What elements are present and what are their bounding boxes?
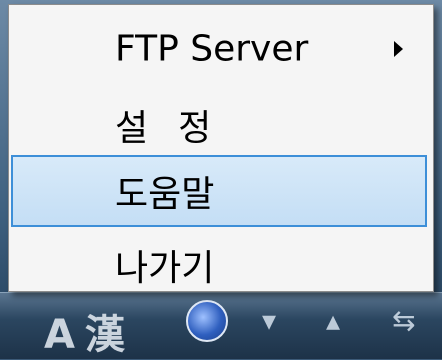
globe-icon[interactable] xyxy=(186,300,228,342)
menu-item-exit[interactable]: 나가기 xyxy=(11,233,431,297)
menu-item-help[interactable]: 도움말 xyxy=(11,155,427,227)
menu-item-label: 도움말 xyxy=(115,174,215,215)
menu-item-label: 설정 xyxy=(115,108,242,149)
network-icon[interactable]: ⇆ xyxy=(392,304,415,337)
menu-item-settings[interactable]: 설정 xyxy=(11,93,431,157)
submenu-arrow-icon xyxy=(394,41,403,57)
menu-item-ftp-server[interactable]: FTP Server xyxy=(11,17,431,81)
up-arrow-icon[interactable]: ▴ xyxy=(326,304,340,337)
language-indicator[interactable]: A 漢 xyxy=(44,302,125,360)
context-menu: FTP Server 설정 도움말 나가기 xyxy=(8,4,434,292)
menu-item-label: 나가기 xyxy=(115,248,215,289)
arrow-down-icon[interactable]: ▾ xyxy=(262,304,276,337)
menu-item-label: FTP Server xyxy=(115,28,309,70)
